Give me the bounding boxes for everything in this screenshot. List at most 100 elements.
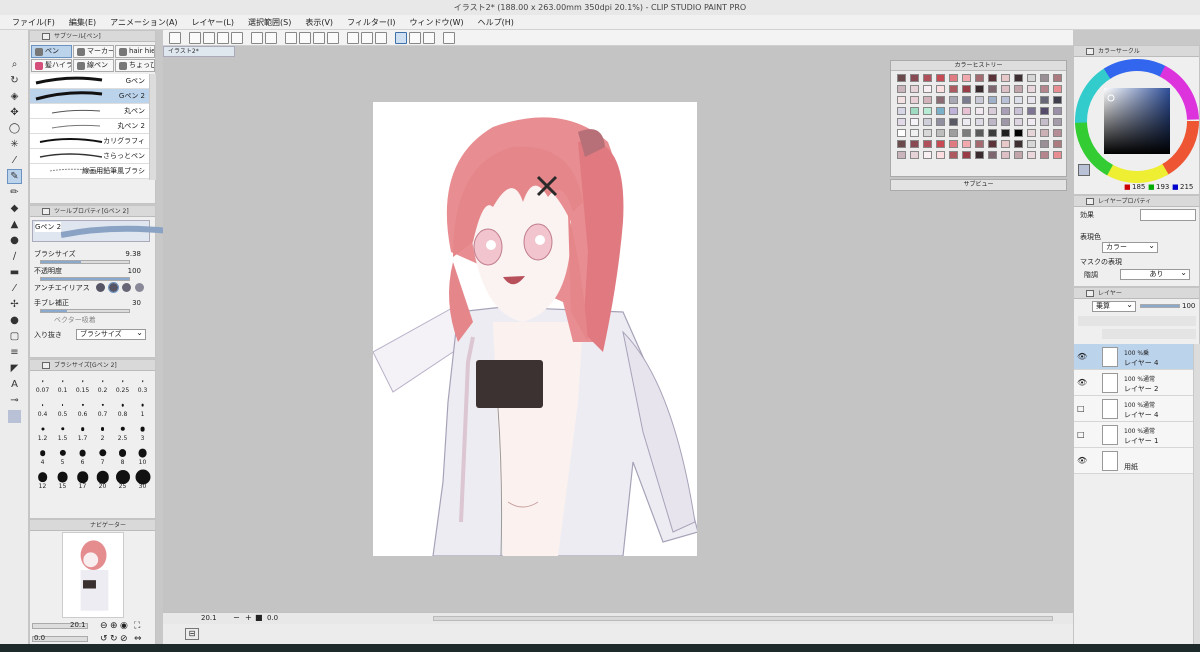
- menu-selection[interactable]: 選択範囲(S): [241, 15, 298, 30]
- color-swatch[interactable]: [936, 85, 945, 93]
- color-swatch[interactable]: [975, 85, 984, 93]
- brush-size-cell[interactable]: 7: [92, 446, 113, 467]
- brush-size-slider[interactable]: [40, 260, 130, 264]
- brush-item[interactable]: カリグラフィ: [30, 134, 149, 149]
- color-swatch[interactable]: [897, 151, 906, 159]
- color-swatch[interactable]: [988, 129, 997, 137]
- color-swatch[interactable]: [962, 85, 971, 93]
- color-swatch[interactable]: [988, 107, 997, 115]
- brush-size-cell[interactable]: 1: [132, 398, 153, 419]
- brush-item[interactable]: 丸ペン 2: [30, 119, 149, 134]
- color-swatch[interactable]: [936, 140, 945, 148]
- flip-icon[interactable]: ⇔: [134, 634, 142, 644]
- color-swatch[interactable]: [988, 74, 997, 82]
- aa-option-none[interactable]: [96, 283, 105, 292]
- brush-size-cell[interactable]: 6: [72, 446, 93, 467]
- color-swatch[interactable]: [1027, 151, 1036, 159]
- taper-dropdown[interactable]: ブラシサイズ: [76, 328, 146, 340]
- zoom-out-icon[interactable]: ⊖: [100, 621, 108, 631]
- color-swatch[interactable]: [949, 107, 958, 115]
- brush-size-row[interactable]: ブラシサイズ 9.38: [34, 248, 151, 260]
- correct-line-icon[interactable]: ◤: [8, 362, 21, 375]
- color-swatch[interactable]: [936, 129, 945, 137]
- horizontal-scrollbar[interactable]: [433, 616, 1053, 621]
- undo-icon[interactable]: [251, 32, 263, 44]
- color-swatch[interactable]: [988, 118, 997, 126]
- brush-size-cell[interactable]: 30: [132, 469, 153, 491]
- blend-icon[interactable]: ●: [8, 234, 21, 247]
- brush-item[interactable]: Gペン 2: [30, 89, 149, 104]
- color-swatch[interactable]: [962, 140, 971, 148]
- color-swatch[interactable]: [923, 140, 932, 148]
- aa-option-medium[interactable]: [122, 283, 131, 292]
- menu-file[interactable]: ファイル(F): [0, 15, 62, 30]
- brush-size-cell[interactable]: 2.5: [112, 422, 133, 443]
- main-color-swatch[interactable]: [1078, 164, 1090, 176]
- ruler-icon[interactable]: ≡: [8, 346, 21, 359]
- clear-selection-icon[interactable]: [285, 32, 297, 44]
- brush-size-cell[interactable]: 1.7: [72, 422, 93, 443]
- color-swatch[interactable]: [1014, 107, 1023, 115]
- subtool-tab-marker[interactable]: マーカー: [73, 45, 114, 58]
- color-swatch[interactable]: [975, 96, 984, 104]
- color-swatch[interactable]: [962, 118, 971, 126]
- brush-size-cell[interactable]: 1.5: [52, 422, 73, 443]
- color-swatch[interactable]: [910, 85, 919, 93]
- color-swatch[interactable]: [910, 151, 919, 159]
- snap-grid-icon[interactable]: [375, 32, 387, 44]
- brush-size-cell[interactable]: 0.07: [32, 374, 53, 395]
- brush-size-cell[interactable]: 0.25: [112, 374, 133, 395]
- stabilize-a-icon[interactable]: [395, 32, 407, 44]
- color-swatch[interactable]: [910, 129, 919, 137]
- color-swatch[interactable]: [910, 118, 919, 126]
- brush-size-cell[interactable]: 0.15: [72, 374, 93, 395]
- transform-icon[interactable]: [327, 32, 339, 44]
- help-icon[interactable]: [443, 32, 455, 44]
- color-swatch[interactable]: [1001, 74, 1010, 82]
- color-swatch[interactable]: [1001, 118, 1010, 126]
- color-swatch[interactable]: [897, 140, 906, 148]
- color-swatch[interactable]: [1014, 140, 1023, 148]
- effect-buttons[interactable]: [1140, 209, 1196, 221]
- color-swatch[interactable]: [897, 96, 906, 104]
- color-swatch[interactable]: [923, 85, 932, 93]
- color-swatch[interactable]: [923, 118, 932, 126]
- snap-ruler-icon[interactable]: [347, 32, 359, 44]
- level-dropdown[interactable]: あり: [1120, 268, 1190, 280]
- color-swatch[interactable]: [910, 96, 919, 104]
- color-swatch[interactable]: [949, 96, 958, 104]
- main-color-icon[interactable]: [8, 410, 21, 423]
- color-swatch[interactable]: [910, 140, 919, 148]
- clear-icon[interactable]: [299, 32, 311, 44]
- brush-size-cell[interactable]: 10: [132, 446, 153, 467]
- brush-size-cell[interactable]: 0.8: [112, 398, 133, 419]
- pen-icon[interactable]: ✎: [7, 169, 22, 184]
- layer-row[interactable]: 👁 100 %乗 レイヤー 4: [1074, 344, 1193, 370]
- reset-rotate-icon[interactable]: ⊘: [120, 634, 128, 644]
- color-swatch[interactable]: [988, 140, 997, 148]
- eyedropper-icon[interactable]: ⁄: [8, 154, 21, 167]
- color-swatch[interactable]: [1040, 129, 1049, 137]
- subtool-tab-line-pen[interactable]: 線ペン: [73, 59, 114, 72]
- color-swatch[interactable]: [975, 151, 984, 159]
- color-swatch[interactable]: [1001, 107, 1010, 115]
- color-swatch[interactable]: [1040, 151, 1049, 159]
- brush-size-cell[interactable]: 3: [132, 422, 153, 443]
- stabilize-b-icon[interactable]: [409, 32, 421, 44]
- menu-view[interactable]: 表示(V): [298, 15, 340, 30]
- subtool-tab-hair[interactable]: hair hie: [115, 45, 155, 58]
- color-swatch[interactable]: [949, 118, 958, 126]
- open-icon[interactable]: [203, 32, 215, 44]
- layer-toolbar[interactable]: [1078, 316, 1196, 326]
- color-swatch[interactable]: [975, 107, 984, 115]
- color-swatch[interactable]: [1027, 140, 1036, 148]
- color-swatch[interactable]: [923, 151, 932, 159]
- subtool-tab-little[interactable]: ちょっぴり: [115, 59, 155, 72]
- color-swatch[interactable]: [975, 74, 984, 82]
- subtool-tab-pen[interactable]: ペン: [31, 45, 72, 58]
- color-swatch[interactable]: [1027, 107, 1036, 115]
- color-swatch[interactable]: [1001, 151, 1010, 159]
- brush-size-cell[interactable]: 20: [92, 470, 113, 491]
- brush-size-cell[interactable]: 0.3: [132, 374, 153, 395]
- color-swatch[interactable]: [988, 151, 997, 159]
